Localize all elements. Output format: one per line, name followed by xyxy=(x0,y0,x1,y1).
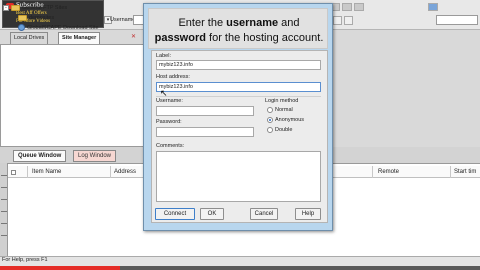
column-item-name[interactable]: Item Name xyxy=(32,169,61,175)
banner-text: Enter the xyxy=(178,17,227,29)
toolbar-button-2[interactable] xyxy=(333,16,342,25)
banner-line-1: Enter the username and xyxy=(149,17,329,29)
ok-button[interactable]: OK xyxy=(200,208,224,220)
tab-queue-window[interactable]: Queue Window xyxy=(13,150,67,162)
folder-icon xyxy=(11,4,20,11)
label-field[interactable]: mybiz123.info xyxy=(156,60,321,70)
column-start-time[interactable]: Start tim xyxy=(454,169,476,175)
label-caption: Label: xyxy=(156,53,171,59)
toolbar-port-input[interactable] xyxy=(436,15,478,25)
tree-item-globalscape[interactable]: GlobalSCAPE Download Site xyxy=(18,24,99,33)
status-text: For Help, press F1 xyxy=(2,257,48,263)
column-divider[interactable] xyxy=(110,166,111,178)
tab-log-window[interactable]: Log Window xyxy=(73,150,117,162)
site-tree xyxy=(0,44,144,147)
toolbar-button-3[interactable] xyxy=(344,16,353,25)
column-divider[interactable] xyxy=(450,166,451,178)
column-address[interactable]: Address xyxy=(114,169,136,175)
gutter-mark xyxy=(1,187,7,188)
banner-bold-text: username xyxy=(226,17,279,29)
tree-item-general-ftp-sites[interactable]: - General FTP Sites xyxy=(3,4,67,13)
banner-bold-text: password xyxy=(154,32,206,44)
username-field[interactable] xyxy=(156,106,254,116)
comments-field[interactable] xyxy=(156,151,321,202)
divider xyxy=(156,96,321,97)
help-button[interactable]: Help xyxy=(295,208,321,220)
login-method-caption: Login method xyxy=(265,98,299,104)
status-bar xyxy=(0,256,480,266)
tab-site-manager[interactable]: Site Manager xyxy=(58,32,101,44)
site-globe-icon xyxy=(18,24,25,32)
radio-double[interactable] xyxy=(267,127,273,133)
toolbar-icon-3[interactable] xyxy=(354,3,364,11)
gutter-mark xyxy=(1,175,7,176)
gutter-mark xyxy=(1,199,7,200)
gutter-mark xyxy=(1,235,7,236)
tree-item-label: General FTP Sites xyxy=(22,5,68,11)
host-address-field[interactable]: mybiz123.info xyxy=(156,82,321,92)
cancel-button[interactable]: Cancel xyxy=(250,208,278,220)
banner-line-2: password for the hosting account. xyxy=(149,32,329,44)
password-field[interactable] xyxy=(156,127,254,137)
radio-anonymous[interactable] xyxy=(267,117,273,123)
toolbar-icon-2[interactable] xyxy=(342,3,352,11)
comments-caption: Comments: xyxy=(156,143,185,149)
gutter-mark xyxy=(1,211,7,212)
instruction-banner: Enter the username and password for the … xyxy=(148,8,328,49)
radio-double-label: Double xyxy=(275,127,293,133)
banner-text: and xyxy=(278,17,300,29)
radio-normal[interactable] xyxy=(267,107,273,113)
collapse-icon[interactable]: - xyxy=(3,4,9,11)
column-divider[interactable] xyxy=(27,166,28,178)
username-caption: Username: xyxy=(156,98,183,104)
toolbar-icon-4[interactable] xyxy=(428,3,438,11)
close-icon[interactable]: ✕ xyxy=(131,33,139,42)
tree-item-label: GlobalSCAPE Download Site xyxy=(27,25,99,31)
column-divider[interactable] xyxy=(372,166,373,178)
tree-item-demosites[interactable]: demosites xyxy=(18,14,54,23)
tab-local-drives[interactable]: Local Drives xyxy=(10,32,49,44)
radio-normal-label: Normal xyxy=(275,107,293,113)
banner-text: for the hosting account. xyxy=(205,32,324,44)
radio-anonymous-label: Anonymous xyxy=(275,117,305,123)
select-all-checkbox[interactable] xyxy=(11,170,16,175)
host-address-caption: Host address: xyxy=(156,74,190,80)
password-caption: Password: xyxy=(156,119,182,125)
tree-item-label: demosites xyxy=(29,15,55,21)
column-remote[interactable]: Remote xyxy=(378,169,399,175)
gutter-mark xyxy=(1,223,7,224)
queue-gutter xyxy=(0,163,8,260)
video-progress-fill xyxy=(0,266,120,270)
connect-button[interactable]: Connect xyxy=(155,208,195,220)
folder-icon xyxy=(18,14,27,21)
